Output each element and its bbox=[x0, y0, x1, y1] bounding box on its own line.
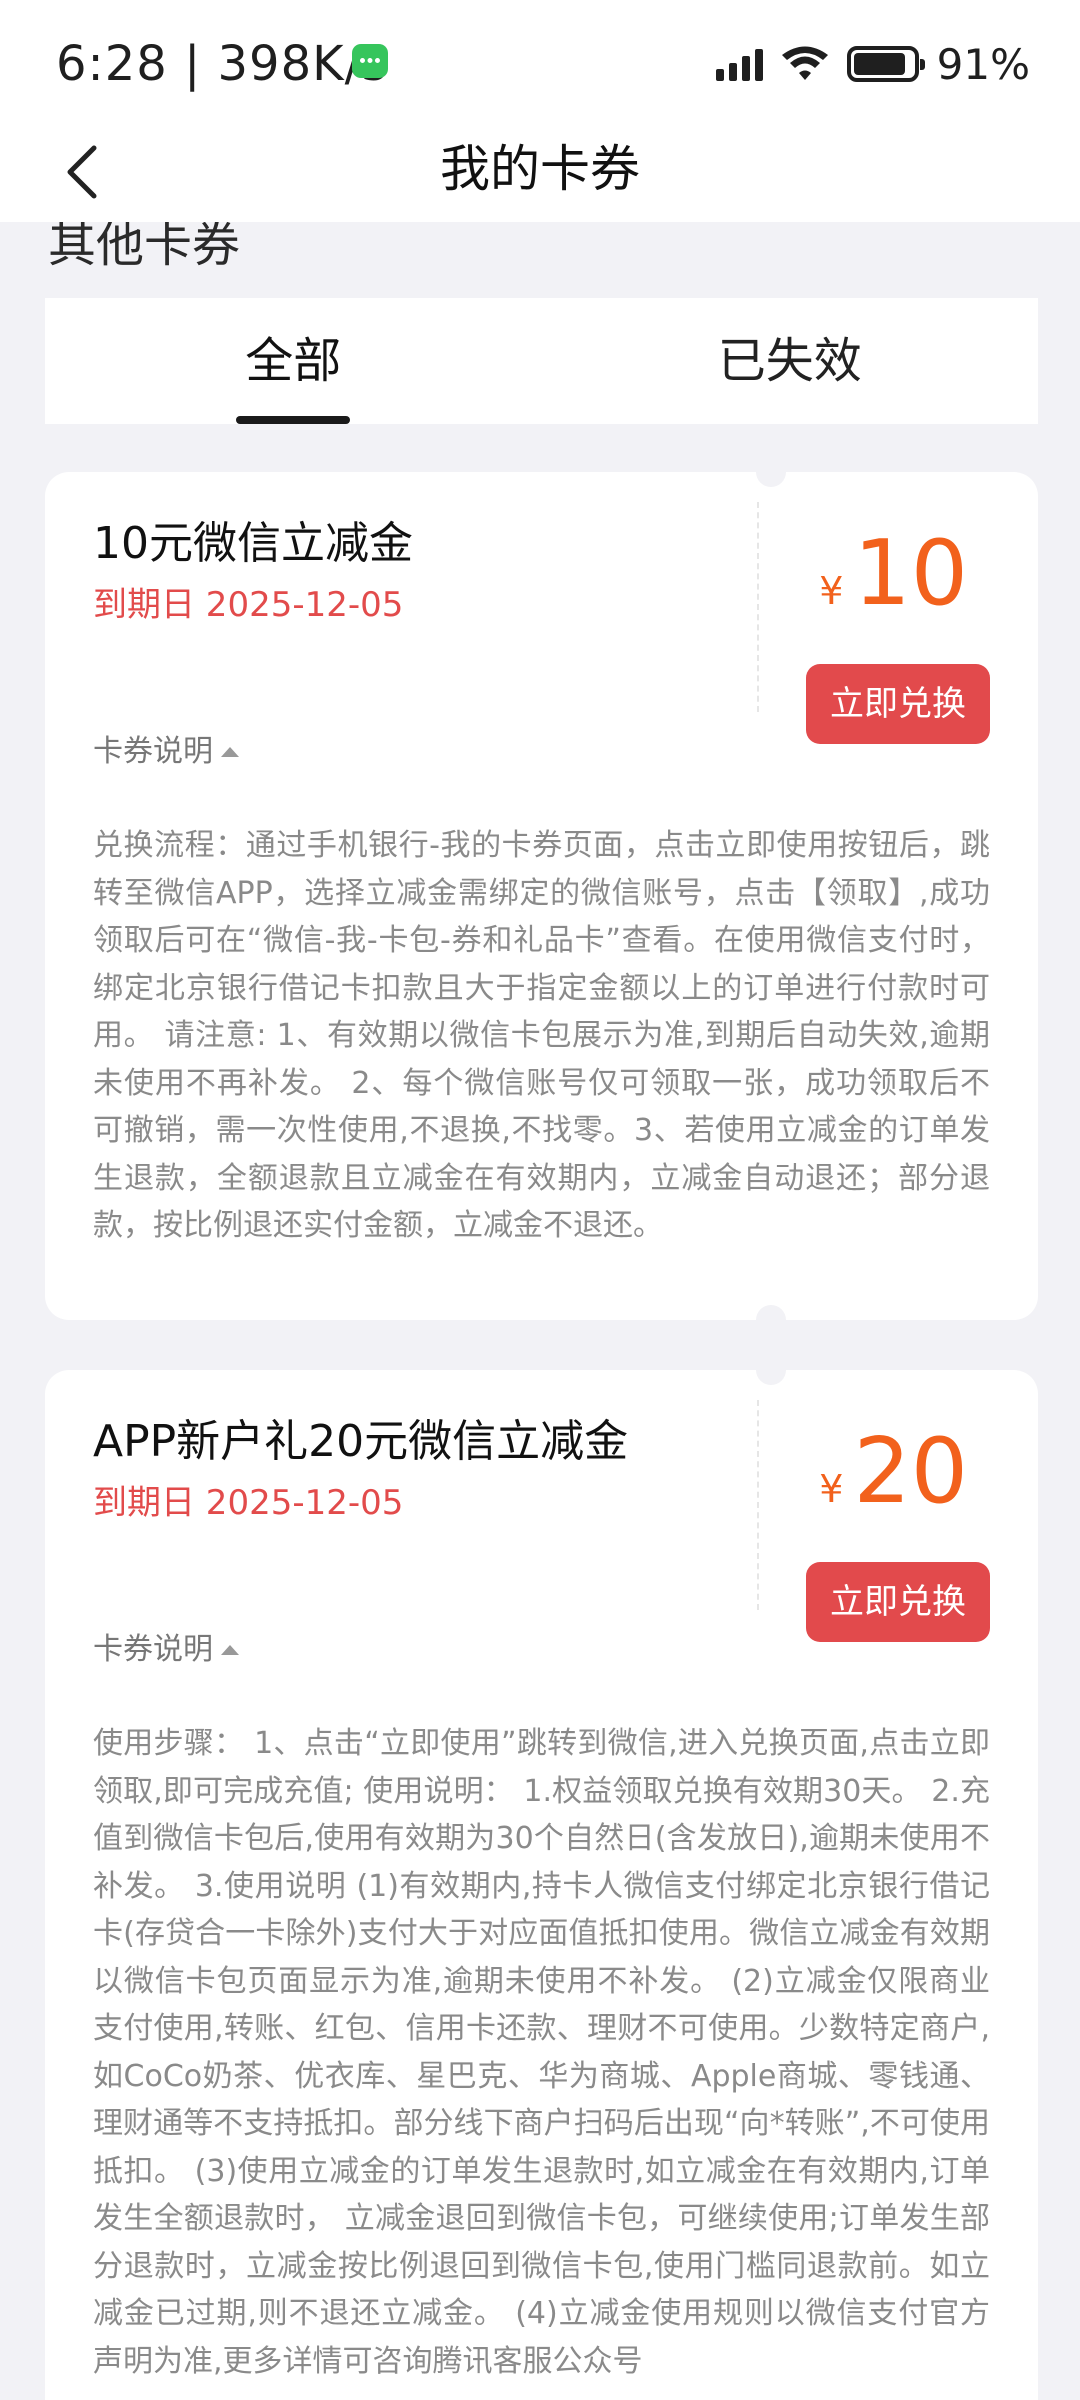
coupon-card: 10元微信立减金 到期日 2025-12-05 ¥ 10 立即兑换 卡券说明 兑… bbox=[45, 457, 1038, 1335]
page-title: 我的卡券 bbox=[440, 140, 640, 198]
coupon-description: 兑换流程：通过手机银行-我的卡券页面，点击立即使用按钮后，跳转至微信APP，选择… bbox=[93, 828, 990, 1243]
redeem-button[interactable]: 立即兑换 bbox=[806, 664, 990, 744]
currency-symbol: ¥ bbox=[819, 1467, 844, 1511]
caret-up-icon bbox=[221, 747, 239, 757]
currency-symbol: ¥ bbox=[819, 569, 844, 613]
battery-level: 91% bbox=[936, 39, 1030, 89]
coupon-description: 使用步骤： 1、点击“立即使用”跳转到微信,进入兑换页面,点击立即领取,即可完成… bbox=[93, 1726, 990, 2379]
coupon-expiry: 到期日 2025-12-05 bbox=[93, 1483, 404, 1523]
description-toggle[interactable]: 卡券说明 bbox=[93, 730, 239, 774]
description-label: 卡券说明 bbox=[93, 1632, 213, 1667]
tab-bar: 全部 已失效 bbox=[45, 298, 1038, 424]
caret-up-icon bbox=[221, 1645, 239, 1655]
status-time: 6:28 | 398K/s bbox=[56, 34, 388, 94]
tab-all[interactable]: 全部 bbox=[45, 298, 542, 424]
coupon-expiry: 到期日 2025-12-05 bbox=[93, 585, 404, 625]
nav-bar: 我的卡券 bbox=[0, 122, 1080, 222]
status-indicators: 91% bbox=[715, 34, 1030, 94]
coupon-title: APP新户礼20元微信立减金 bbox=[93, 1416, 629, 1467]
wifi-icon bbox=[781, 46, 828, 80]
message-notification-icon bbox=[352, 44, 388, 78]
clock: 6:28 bbox=[56, 36, 168, 92]
description-toggle[interactable]: 卡券说明 bbox=[93, 1628, 239, 1672]
coupon-card: APP新户礼20元微信立减金 到期日 2025-12-05 ¥ 20 立即兑换 … bbox=[45, 1355, 1038, 2400]
coupon-amount: ¥ 20 bbox=[819, 1422, 968, 1522]
amount-value: 10 bbox=[853, 521, 968, 626]
status-bar: 6:28 | 398K/s 91% bbox=[0, 0, 1080, 122]
redeem-button[interactable]: 立即兑换 bbox=[806, 1562, 990, 1642]
coupon-amount: ¥ 10 bbox=[819, 524, 968, 624]
description-label: 卡券说明 bbox=[93, 734, 213, 769]
amount-value: 20 bbox=[853, 1419, 968, 1524]
coupon-title: 10元微信立减金 bbox=[93, 518, 413, 569]
tab-expired[interactable]: 已失效 bbox=[542, 298, 1039, 424]
signal-icon bbox=[715, 47, 763, 81]
battery-icon bbox=[846, 46, 925, 82]
top-bar: 6:28 | 398K/s 91% 我的卡券 bbox=[0, 0, 1080, 222]
